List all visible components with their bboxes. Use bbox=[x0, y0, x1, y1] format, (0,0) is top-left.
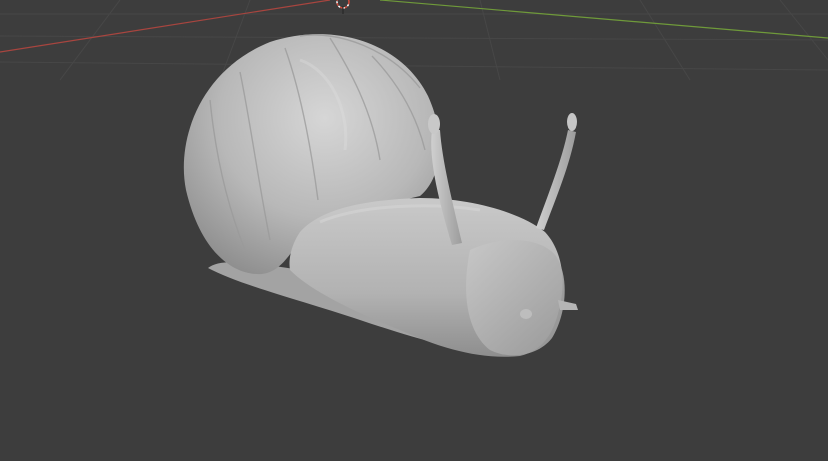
floor-grid bbox=[0, 0, 828, 81]
left-eye-stalk-tip bbox=[428, 114, 440, 134]
y-axis-line bbox=[379, 0, 828, 39]
snail-head bbox=[466, 240, 565, 356]
lower-left-feeler bbox=[520, 309, 532, 319]
3d-viewport[interactable] bbox=[0, 0, 828, 461]
right-eye-stalk-tip bbox=[567, 113, 577, 131]
viewport-canvas[interactable] bbox=[0, 0, 828, 461]
right-tentacle bbox=[536, 130, 576, 230]
lower-right-feeler bbox=[558, 300, 578, 310]
snail-mesh[interactable] bbox=[183, 34, 578, 357]
3d-cursor-icon[interactable] bbox=[336, 0, 350, 14]
